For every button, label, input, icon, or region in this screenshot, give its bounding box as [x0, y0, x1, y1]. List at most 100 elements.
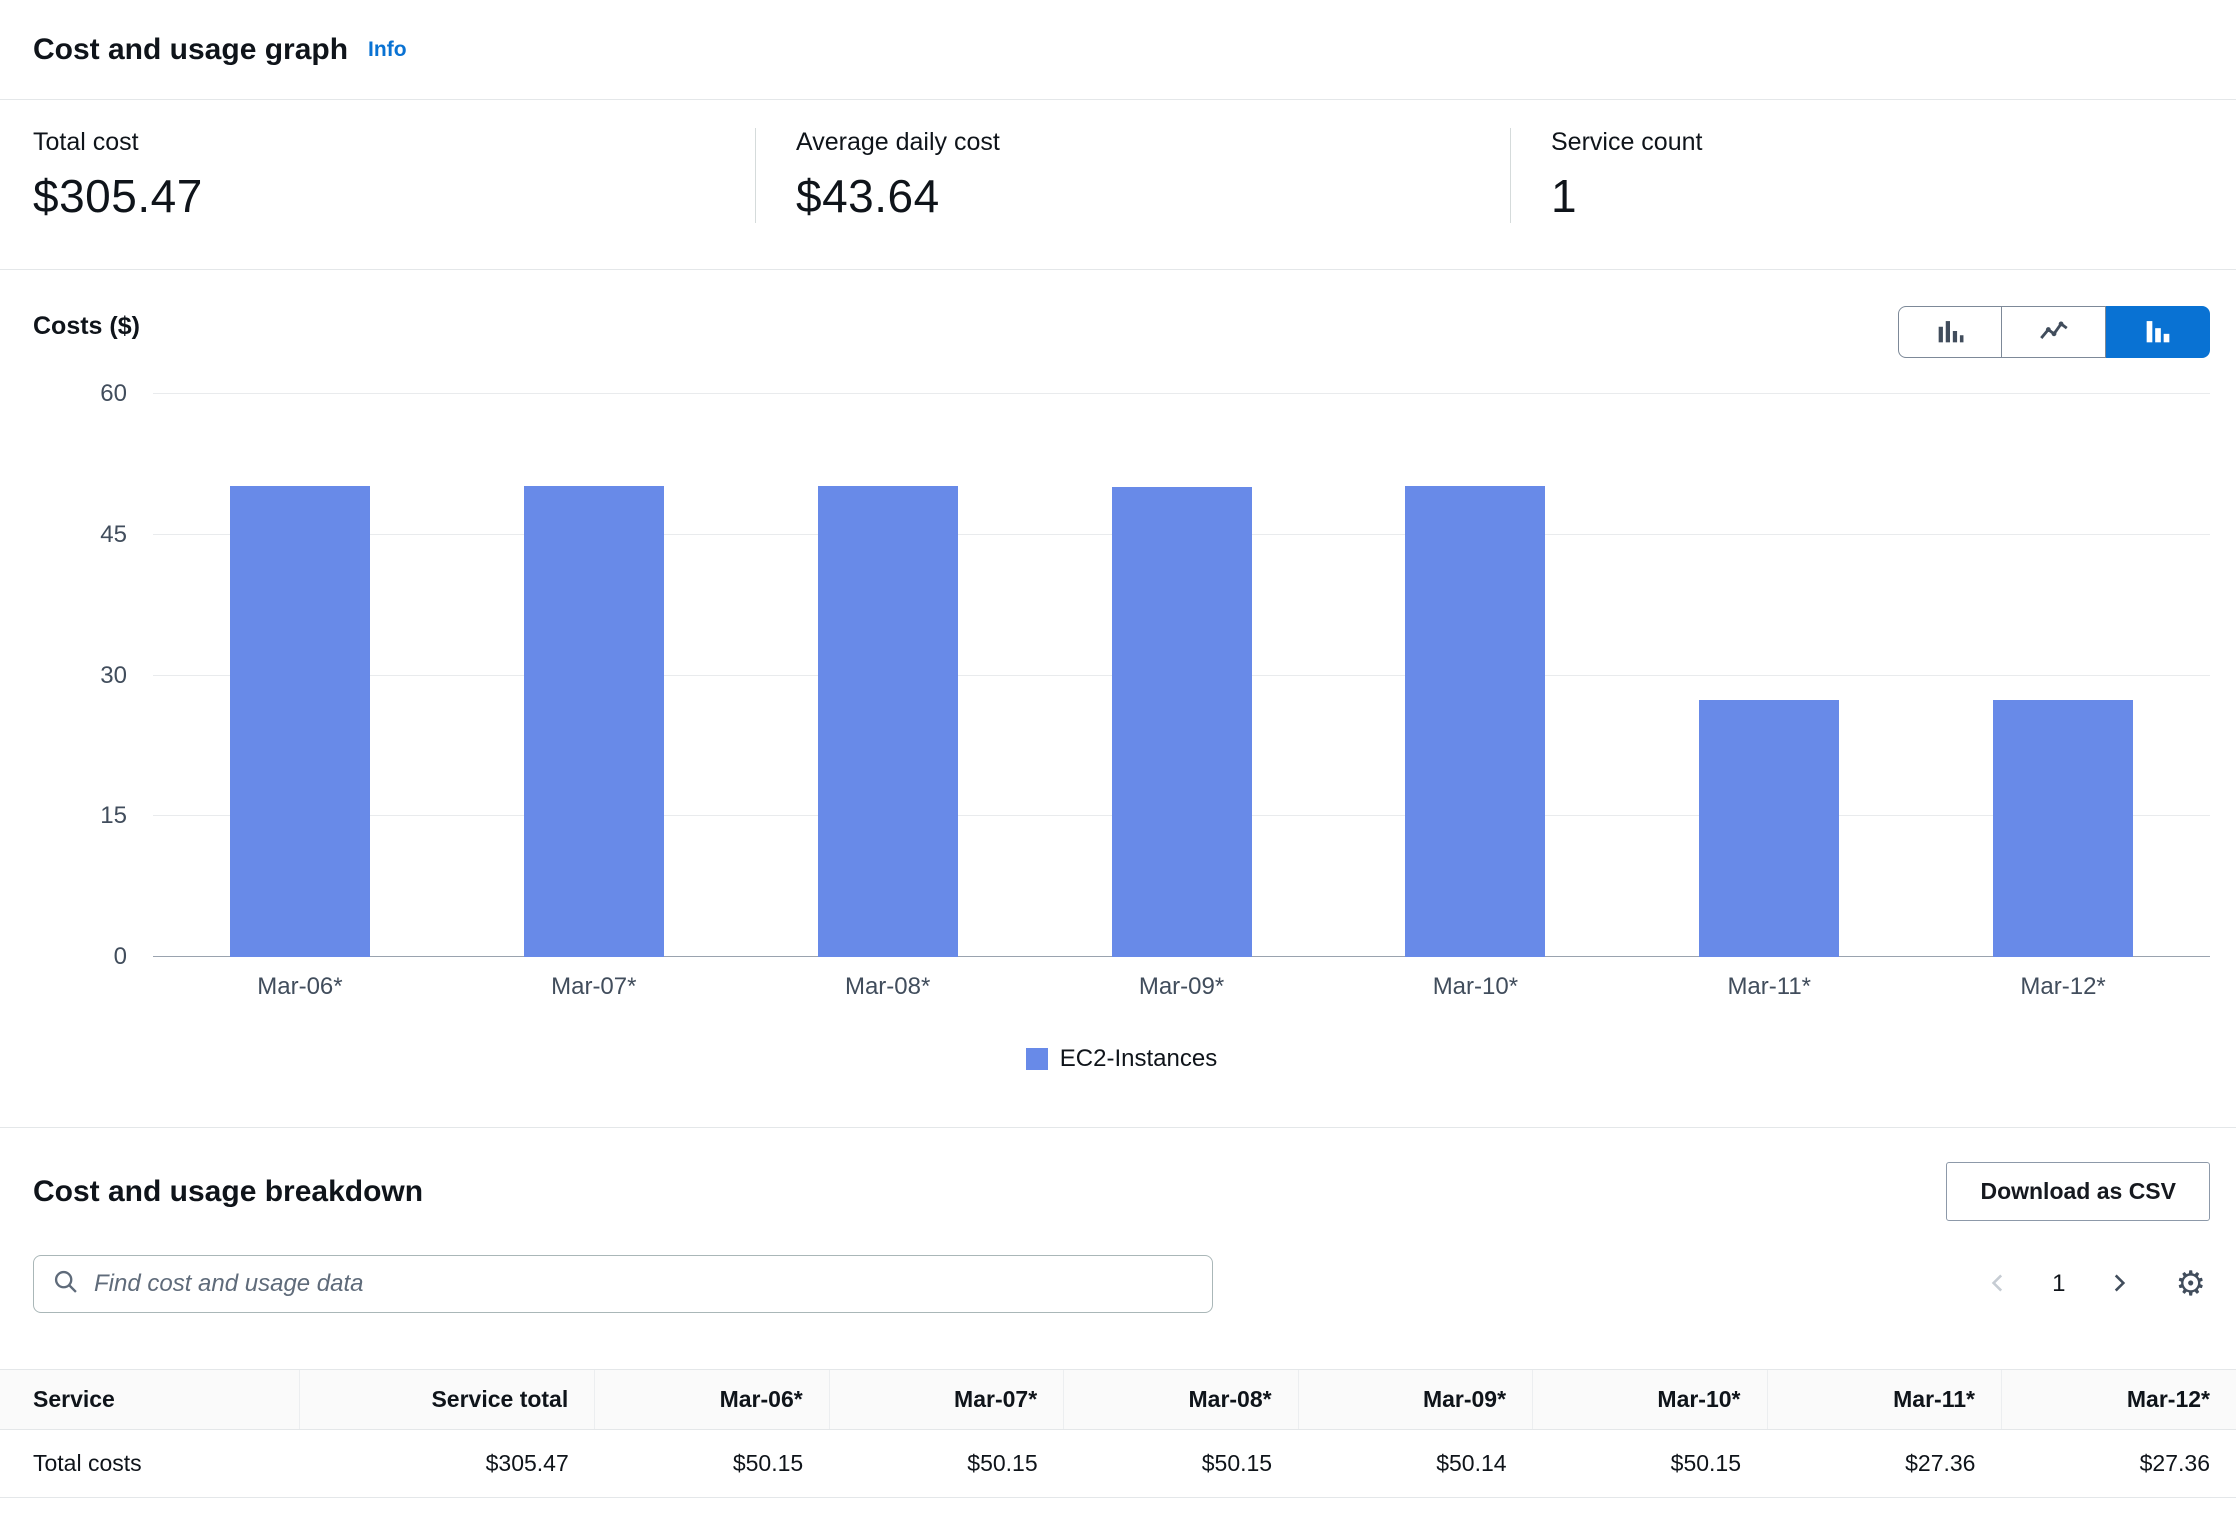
- table-cell: $50.14: [1298, 1498, 1532, 1516]
- bar-slot: [153, 394, 447, 957]
- x-axis-label: Mar-12*: [1916, 973, 2210, 1001]
- grouped-bar-chart-icon: [1933, 314, 1967, 351]
- table-body: Total costs$305.47$50.15$50.15$50.15$50.…: [0, 1430, 2236, 1516]
- legend-swatch: [1026, 1048, 1048, 1070]
- table-row: Total costs$305.47$50.15$50.15$50.15$50.…: [0, 1430, 2236, 1498]
- stacked-bar-chart-toggle-button[interactable]: [2106, 306, 2210, 358]
- y-tick-label: 0: [114, 943, 127, 971]
- chart-section: Costs ($): [0, 270, 2236, 1128]
- table-cell: Total costs: [0, 1430, 300, 1498]
- table-cell: $50.15: [829, 1430, 1063, 1498]
- line-chart-toggle-button[interactable]: [2002, 306, 2106, 358]
- stat-service-count: Service count 1: [1510, 128, 2236, 223]
- search-box: [33, 1255, 1213, 1313]
- table-cell: EC2-Instances: [0, 1498, 300, 1516]
- table-cell: $50.15: [595, 1498, 829, 1516]
- bar[interactable]: [1405, 486, 1545, 957]
- y-tick-label: 15: [100, 802, 127, 830]
- legend-item-ec2-instances[interactable]: EC2-Instances: [1026, 1045, 1217, 1073]
- stat-label: Average daily cost: [796, 128, 1510, 157]
- page-title: Cost and usage graph: [33, 33, 348, 67]
- y-tick-label: 45: [100, 521, 127, 549]
- table-cell: $50.14: [1298, 1430, 1532, 1498]
- search-input[interactable]: [94, 1270, 1194, 1298]
- x-axis-label: Mar-07*: [447, 973, 741, 1001]
- bar-slot: [741, 394, 1035, 957]
- stat-value: $43.64: [796, 169, 1510, 223]
- y-axis: 015304560: [33, 394, 153, 957]
- table-cell: $27.36: [1767, 1430, 2001, 1498]
- grouped-bar-chart-toggle-button[interactable]: [1898, 306, 2002, 358]
- x-axis-labels: Mar-06*Mar-07*Mar-08*Mar-09*Mar-10*Mar-1…: [153, 973, 2210, 1001]
- breakdown-section: Cost and usage breakdown Download as CSV: [0, 1128, 2236, 1516]
- table-cell: $27.36: [2001, 1430, 2236, 1498]
- column-header: Mar-11*: [1767, 1370, 2001, 1430]
- breakdown-title: Cost and usage breakdown: [33, 1175, 423, 1209]
- bar[interactable]: [1699, 700, 1839, 957]
- table-cell: $50.15: [1064, 1498, 1298, 1516]
- pagination: 1 ⚙: [1982, 1263, 2210, 1305]
- stat-total-cost: Total cost $305.47: [0, 128, 755, 223]
- stat-value: 1: [1551, 169, 2236, 223]
- bar[interactable]: [1112, 487, 1252, 957]
- x-axis-label: Mar-09*: [1035, 973, 1329, 1001]
- line-chart-icon: [2037, 314, 2071, 351]
- y-tick-label: 60: [100, 380, 127, 408]
- stats-row: Total cost $305.47 Average daily cost $4…: [0, 100, 2236, 270]
- y-tick-label: 30: [100, 662, 127, 690]
- search-icon: [52, 1268, 80, 1301]
- bars-row: [153, 394, 2210, 957]
- stat-value: $305.47: [33, 169, 755, 223]
- table-cell: $50.15: [595, 1430, 829, 1498]
- table-cell: $50.15: [829, 1498, 1063, 1516]
- column-header: Service total: [300, 1370, 595, 1430]
- current-page-number[interactable]: 1: [2052, 1270, 2065, 1298]
- column-header: Mar-12*: [2001, 1370, 2236, 1430]
- bar[interactable]: [1993, 700, 2133, 957]
- bar-slot: [1622, 394, 1916, 957]
- download-csv-button[interactable]: Download as CSV: [1946, 1162, 2210, 1221]
- bar[interactable]: [524, 486, 664, 957]
- info-link[interactable]: Info: [368, 38, 406, 62]
- legend-label: EC2-Instances: [1060, 1045, 1217, 1073]
- table-header-row: ServiceService totalMar-06*Mar-07*Mar-08…: [0, 1370, 2236, 1430]
- stat-label: Total cost: [33, 128, 755, 157]
- table-row: EC2-Instances$305.47$50.15$50.15$50.15$5…: [0, 1498, 2236, 1516]
- table-cell: $50.15: [1533, 1498, 1767, 1516]
- column-header: Mar-08*: [1064, 1370, 1298, 1430]
- next-page-button[interactable]: [2102, 1266, 2136, 1303]
- x-axis-label: Mar-10*: [1328, 973, 1622, 1001]
- table-cell: $50.15: [1533, 1430, 1767, 1498]
- column-header: Mar-07*: [829, 1370, 1063, 1430]
- column-header: Mar-10*: [1533, 1370, 1767, 1430]
- bar-slot: [1916, 394, 2210, 957]
- bar-slot: [1328, 394, 1622, 957]
- chart-y-axis-title: Costs ($): [33, 306, 140, 341]
- column-header: Mar-09*: [1298, 1370, 1532, 1430]
- preferences-button[interactable]: ⚙: [2172, 1263, 2210, 1305]
- previous-page-button[interactable]: [1982, 1266, 2016, 1303]
- x-axis-label: Mar-08*: [741, 973, 1035, 1001]
- x-axis-label: Mar-11*: [1622, 973, 1916, 1001]
- chevron-left-icon: [1986, 1270, 2012, 1299]
- cost-breakdown-table: ServiceService totalMar-06*Mar-07*Mar-08…: [0, 1369, 2236, 1516]
- bar-slot: [447, 394, 741, 957]
- stat-label: Service count: [1551, 128, 2236, 157]
- chart-legend: EC2-Instances: [33, 1045, 2210, 1073]
- bar[interactable]: [230, 486, 370, 957]
- table-cell: $27.36: [2001, 1498, 2236, 1516]
- table-cell: $305.47: [300, 1430, 595, 1498]
- table-cell: $305.47: [300, 1498, 595, 1516]
- page-header: Cost and usage graph Info: [0, 0, 2236, 100]
- x-axis-label: Mar-06*: [153, 973, 447, 1001]
- gear-icon: ⚙: [2176, 1267, 2206, 1301]
- chart-type-toggle-group: [1898, 306, 2210, 358]
- table-cell: $50.15: [1064, 1430, 1298, 1498]
- column-header: Mar-06*: [595, 1370, 829, 1430]
- chevron-right-icon: [2106, 1270, 2132, 1299]
- column-header: Service: [0, 1370, 300, 1430]
- bar[interactable]: [818, 486, 958, 957]
- bar-chart: 015304560: [33, 394, 2210, 957]
- bar-slot: [1035, 394, 1329, 957]
- plot-area: [153, 394, 2210, 957]
